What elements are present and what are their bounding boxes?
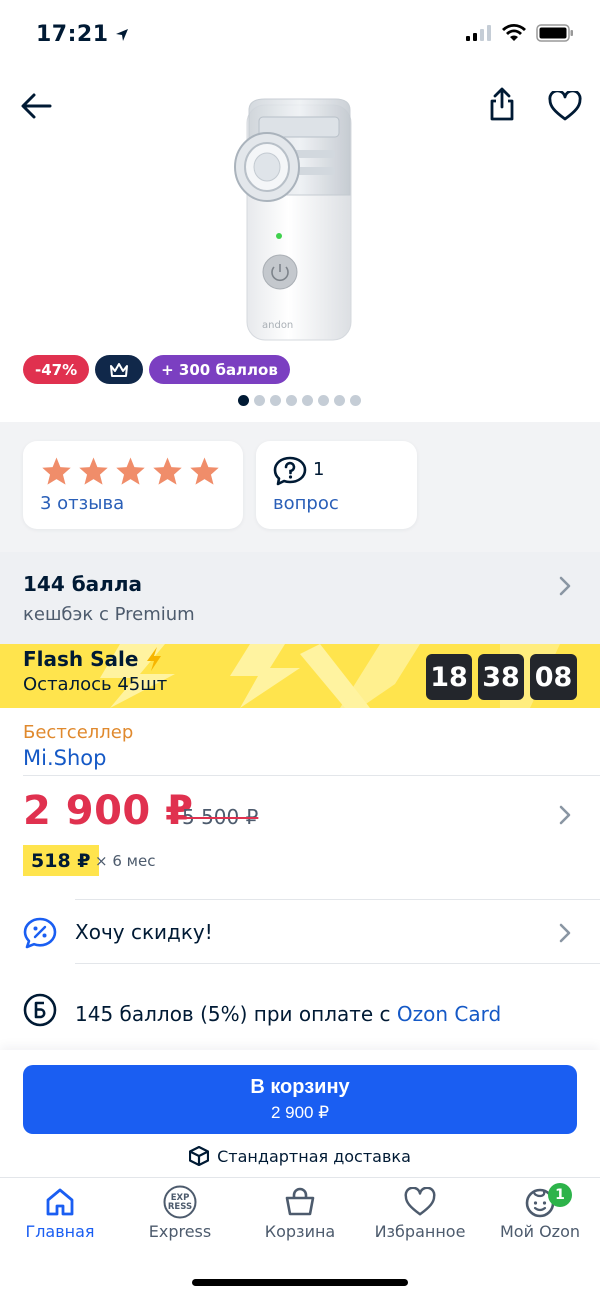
tab-home[interactable]: Главная: [0, 1186, 120, 1241]
star-icon: [190, 457, 219, 485]
seller-link[interactable]: Mi.Shop: [23, 746, 106, 770]
star-icon: [42, 457, 71, 485]
heart-icon: [548, 91, 582, 121]
ozon-card-link[interactable]: Ozon Card: [397, 1002, 501, 1026]
questions-count: 1: [313, 459, 325, 480]
gallery-dot[interactable]: [254, 395, 265, 406]
chevron-right-icon: [559, 923, 571, 943]
arrow-left-icon: [21, 93, 52, 119]
tab-express[interactable]: EXP RESS Express: [120, 1185, 240, 1241]
installment-price: 518 ₽: [23, 845, 99, 876]
rating-stars: [41, 456, 220, 486]
home-indicator[interactable]: [192, 1279, 408, 1286]
share-icon: [490, 87, 514, 121]
reviews-card[interactable]: 3 отзыва: [23, 441, 243, 529]
gallery-dot[interactable]: [318, 395, 329, 406]
add-to-cart-label: В корзину: [250, 1076, 350, 1098]
gallery-dot[interactable]: [238, 395, 249, 406]
star-icon: [116, 457, 145, 485]
timer-hours: 18: [426, 654, 472, 700]
express-icon-text-bottom: RESS: [168, 1202, 192, 1212]
wifi-icon: [502, 24, 526, 41]
home-icon: [46, 1188, 74, 1216]
tab-my-ozon-label: Мой Ozon: [500, 1222, 580, 1241]
gallery-dot[interactable]: [334, 395, 345, 406]
divider: [75, 963, 600, 964]
crown-icon: [110, 362, 129, 377]
status-bar-indicators: [466, 24, 574, 42]
discount-bubble-icon: [23, 917, 57, 949]
status-bar-time: 17:21: [36, 22, 129, 47]
tab-my-ozon[interactable]: Мой Ozon 1: [480, 1183, 600, 1241]
delivery-label: Стандартная доставка: [217, 1146, 411, 1166]
delivery-info: Стандартная доставка: [0, 1146, 600, 1166]
chevron-right-icon[interactable]: [558, 804, 572, 826]
discount-badge: -47%: [23, 355, 90, 384]
box-icon: [189, 1146, 210, 1166]
bestseller-label: Бестселлер: [23, 722, 134, 743]
add-to-cart-button[interactable]: В корзину 2 900 ₽: [23, 1065, 577, 1134]
cashback-row[interactable]: [0, 552, 600, 644]
product-brand-text: andon: [262, 320, 293, 331]
lightning-icon: [147, 647, 162, 671]
timer-minutes: 38: [478, 654, 524, 700]
questions-link[interactable]: вопрос: [273, 493, 339, 514]
timer-seconds: 08: [530, 654, 577, 700]
points-coin-icon: [23, 993, 57, 1027]
add-to-cart-price: 2 900 ₽: [270, 1103, 330, 1122]
tab-favorites[interactable]: Избранное: [360, 1186, 480, 1241]
gallery-pagination[interactable]: [238, 395, 361, 406]
reviews-link[interactable]: 3 отзыва: [40, 493, 124, 514]
star-icon: [153, 457, 182, 485]
cashback-subtitle: кешбэк с Premium: [23, 604, 195, 625]
location-arrow-icon: [115, 28, 128, 41]
tab-express-label: Express: [148, 1222, 212, 1241]
express-icon: EXPRESS: [163, 1185, 197, 1219]
notification-badge: 1: [548, 1183, 572, 1207]
points-badge: + 300 баллов: [149, 355, 290, 384]
cashback-title: 144 балла: [23, 572, 142, 596]
tab-cart[interactable]: Корзина: [240, 1186, 360, 1241]
flash-sale-label: Flash Sale: [23, 647, 139, 671]
gallery-dot[interactable]: [286, 395, 297, 406]
flash-sale-remaining: Осталось 45шт: [23, 674, 168, 695]
question-bubble-icon: [273, 456, 307, 486]
want-discount-label: Хочу скидку!: [75, 920, 213, 944]
tab-home-label: Главная: [25, 1222, 95, 1241]
status-time-text: 17:21: [36, 22, 109, 47]
chevron-right-icon: [559, 576, 571, 596]
tab-cart-label: Корзина: [264, 1222, 336, 1241]
gallery-dot[interactable]: [270, 395, 281, 406]
points-row: 145 баллов (5%) при оплате с Ozon Card: [75, 1002, 501, 1026]
current-price: 2 900 ₽: [23, 788, 194, 834]
favorite-button[interactable]: [545, 86, 585, 126]
star-icon: [79, 457, 108, 485]
share-button[interactable]: [482, 84, 522, 124]
old-price: 5 500 ₽: [182, 805, 259, 829]
cellular-signal-icon: [466, 25, 491, 41]
premium-badge: [95, 355, 144, 384]
gallery-dot[interactable]: [302, 395, 313, 406]
back-button[interactable]: [16, 86, 56, 126]
questions-card[interactable]: 1 вопрос: [256, 441, 417, 529]
nebulizer-image: andon: [234, 98, 352, 341]
flash-sale-title: Flash Sale: [23, 646, 164, 672]
battery-icon: [536, 24, 573, 42]
heart-icon: [404, 1187, 436, 1216]
divider: [23, 775, 600, 776]
installment-term: × 6 мес: [95, 852, 156, 870]
tab-favorites-label: Избранное: [374, 1222, 466, 1241]
product-badges: -47% + 300 баллов: [23, 355, 290, 384]
product-image[interactable]: andon: [225, 95, 375, 345]
points-row-text: 145 баллов (5%) при оплате с: [75, 1002, 397, 1026]
gallery-dot[interactable]: [350, 395, 361, 406]
cart-icon: [285, 1187, 315, 1216]
